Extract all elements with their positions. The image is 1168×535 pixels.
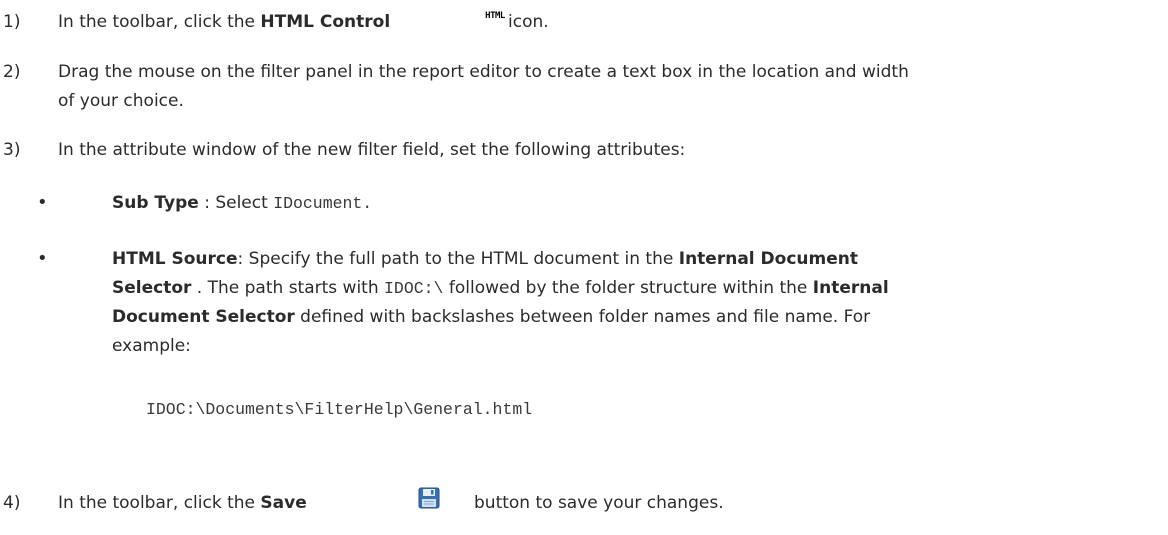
step-number: 3) <box>3 140 21 160</box>
example-path-code: IDOC:\Documents\FilterHelp\General.html <box>146 400 533 419</box>
step-2-line-2: of your choice. <box>58 91 184 111</box>
bullet-marker: • <box>37 192 48 213</box>
html-source-label: HTML Source <box>112 249 238 269</box>
bullet-2-line-3: Document Selector defined with backslash… <box>112 303 870 332</box>
step-3-text: In the attribute window of the new filte… <box>58 140 686 160</box>
html-control-icon: HTML <box>484 8 506 24</box>
bullet-2-text-1: : Specify the full path to the HTML docu… <box>237 249 679 269</box>
step-1: 1) In the toolbar, click the HTML Contro… <box>0 8 1168 37</box>
bullet-marker: • <box>37 248 48 269</box>
bullet-2-bold-4: Internal <box>812 278 889 298</box>
step-4-post: button to save your changes. <box>474 493 724 513</box>
step-1-bold: HTML Control <box>260 12 391 32</box>
step-2: 2) Drag the mouse on the filter panel in… <box>0 58 1168 116</box>
step-4-text: In the toolbar, click the Save <box>58 489 307 518</box>
step-1-pre: In the toolbar, click the <box>58 12 261 32</box>
step-number: 4) <box>3 493 21 513</box>
step-2-line-1: Drag the mouse on the filter panel in th… <box>58 62 909 82</box>
bullet-1-text: Sub Type : Select IDocument. <box>112 189 372 218</box>
bullet-2-text-3: followed by the folder structure within … <box>443 278 813 298</box>
step-number: 1) <box>3 12 21 32</box>
bullet-2-line-4: example: <box>112 336 191 356</box>
step-4-pre: In the toolbar, click the <box>58 493 261 513</box>
instructions-document: 1) In the toolbar, click the HTML Contro… <box>0 0 1168 535</box>
bullet-2-bold-2: Internal Document <box>678 249 858 269</box>
bullet-2-bold-5: Document Selector <box>112 307 295 327</box>
bullet-2-line-1: HTML Source: Specify the full path to th… <box>112 245 858 274</box>
idoc-prefix-code: IDOC:\ <box>384 279 444 298</box>
sub-type-label: Sub Type <box>112 193 199 213</box>
step-3: 3) In the attribute window of the new fi… <box>0 136 1168 165</box>
step-number: 2) <box>3 62 21 82</box>
bullet-2-bold-3: Selector <box>112 278 192 298</box>
bullet-2-text-4: defined with backslashes between folder … <box>294 307 871 327</box>
idocument-code: IDocument. <box>273 194 373 213</box>
step-4: 4) In the toolbar, click the Save button… <box>0 489 1168 518</box>
step-1-post: icon. <box>508 12 549 32</box>
step-4-bold: Save <box>260 493 307 513</box>
bullet-1-mid: : Select <box>198 193 274 213</box>
bullet-2-text-2: . The path starts with <box>191 278 385 298</box>
save-icon <box>418 487 440 509</box>
bullet-2-line-2: Selector . The path starts with IDOC:\ f… <box>112 274 889 303</box>
step-text: In the toolbar, click the HTML Control <box>58 8 390 37</box>
